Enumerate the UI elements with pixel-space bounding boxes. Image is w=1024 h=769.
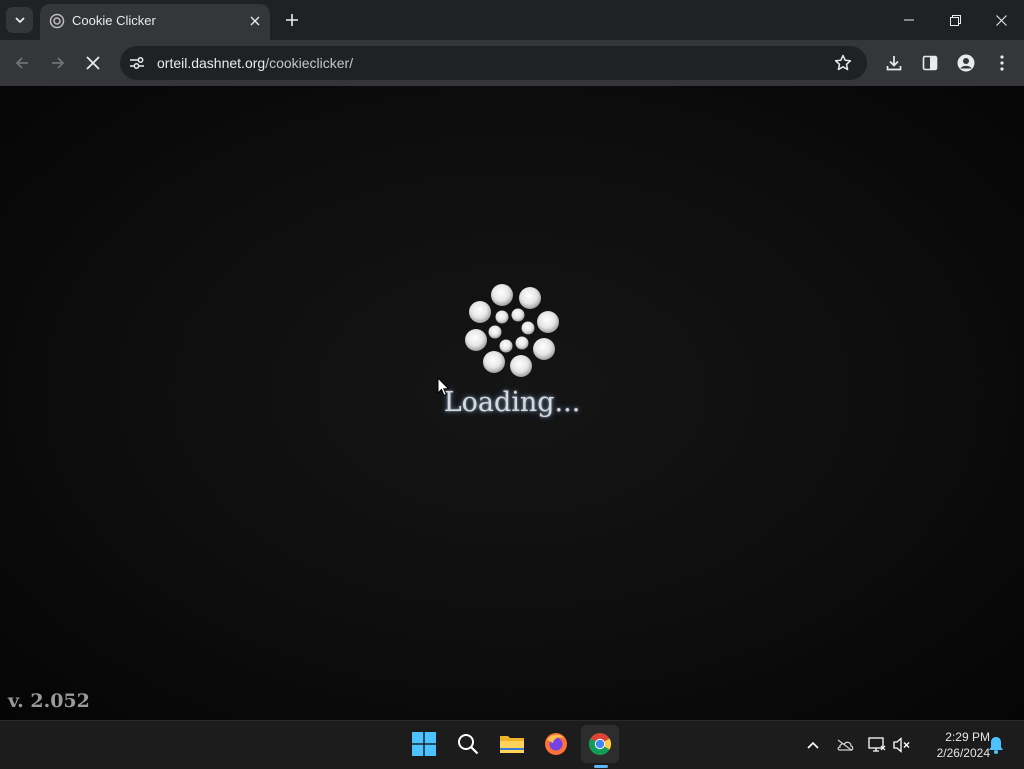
- stop-loading-button[interactable]: [80, 50, 106, 76]
- tab-title: Cookie Clicker: [72, 13, 156, 28]
- file-explorer-button[interactable]: [493, 725, 531, 763]
- clock-time: 2:29 PM: [945, 730, 990, 744]
- close-icon: [250, 16, 260, 26]
- new-tab-button[interactable]: [280, 9, 304, 31]
- star-icon[interactable]: [834, 54, 852, 72]
- url-text[interactable]: orteil.dashnet.org/cookieclicker/: [157, 55, 353, 71]
- search-icon: [458, 734, 479, 755]
- onedrive-icon: [837, 739, 854, 751]
- stop-loading-icon: [86, 56, 100, 70]
- version-label: v. 2.052: [8, 690, 90, 712]
- restore-button[interactable]: [932, 0, 978, 40]
- page-content: Loading... v. 2.052: [0, 86, 1024, 720]
- chrome-button[interactable]: [581, 725, 619, 763]
- file-explorer-icon: [500, 736, 524, 753]
- onedrive-button[interactable]: [835, 735, 855, 755]
- site-info-button[interactable]: [128, 54, 146, 72]
- browser-toolbar: orteil.dashnet.org/cookieclicker/: [0, 40, 1024, 86]
- windows-start-icon: [412, 732, 436, 756]
- chrome-icon: [588, 733, 612, 756]
- more-menu-button[interactable]: [991, 52, 1013, 74]
- url-domain: orteil.dashnet.org: [157, 55, 266, 71]
- browser-tab[interactable]: Cookie Clicker: [40, 4, 270, 40]
- mouse-cursor-icon: [437, 377, 450, 397]
- forward-button[interactable]: [45, 50, 71, 76]
- back-icon: [15, 57, 28, 69]
- clock-date: 2/26/2024: [936, 746, 990, 760]
- volume-muted-icon: [893, 737, 910, 753]
- taskbar-search-button[interactable]: [449, 725, 487, 763]
- window-close-button[interactable]: [978, 0, 1024, 40]
- firefox-icon: [545, 733, 567, 755]
- chevron-up-icon: [807, 741, 819, 749]
- site-info-icon: [130, 57, 144, 69]
- restore-icon: [949, 14, 961, 26]
- cookie-clicker-favicon: [49, 13, 65, 29]
- more-menu-icon: [1000, 55, 1004, 71]
- profile-icon: [957, 54, 975, 72]
- url-path: /cookieclicker/: [265, 55, 354, 71]
- side-panel-icon: [922, 55, 938, 71]
- network-icon: [868, 737, 886, 752]
- taskbar: 2:29 PM 2/26/2024: [0, 720, 1024, 769]
- loading-text: Loading...: [443, 387, 581, 418]
- minimize-button[interactable]: [886, 0, 932, 40]
- downloads-button[interactable]: [883, 52, 905, 74]
- profile-button[interactable]: [955, 52, 977, 74]
- side-panel-button[interactable]: [919, 52, 941, 74]
- minimize-icon: [904, 19, 914, 21]
- firefox-button[interactable]: [537, 725, 575, 763]
- tab-search-icon: [14, 17, 25, 24]
- notification-bell-icon: [989, 737, 1003, 754]
- tab-close-button[interactable]: [246, 12, 264, 30]
- network-button[interactable]: [867, 735, 887, 755]
- tab-search-button[interactable]: [6, 7, 33, 33]
- window-close-icon: [995, 14, 1007, 26]
- tab-strip: Cookie Clicker: [0, 0, 1024, 40]
- system-clock[interactable]: 2:29 PM 2/26/2024: [918, 729, 990, 761]
- address-bar[interactable]: orteil.dashnet.org/cookieclicker/: [120, 46, 867, 80]
- forward-icon: [52, 57, 65, 69]
- download-icon: [886, 56, 902, 71]
- volume-button[interactable]: [892, 735, 912, 755]
- plus-icon: [286, 14, 298, 26]
- loading-spinner-icon: [465, 284, 559, 377]
- notifications-button[interactable]: [986, 735, 1006, 755]
- show-hidden-icons-button[interactable]: [803, 735, 823, 755]
- start-button[interactable]: [405, 725, 443, 763]
- back-button[interactable]: [9, 50, 35, 76]
